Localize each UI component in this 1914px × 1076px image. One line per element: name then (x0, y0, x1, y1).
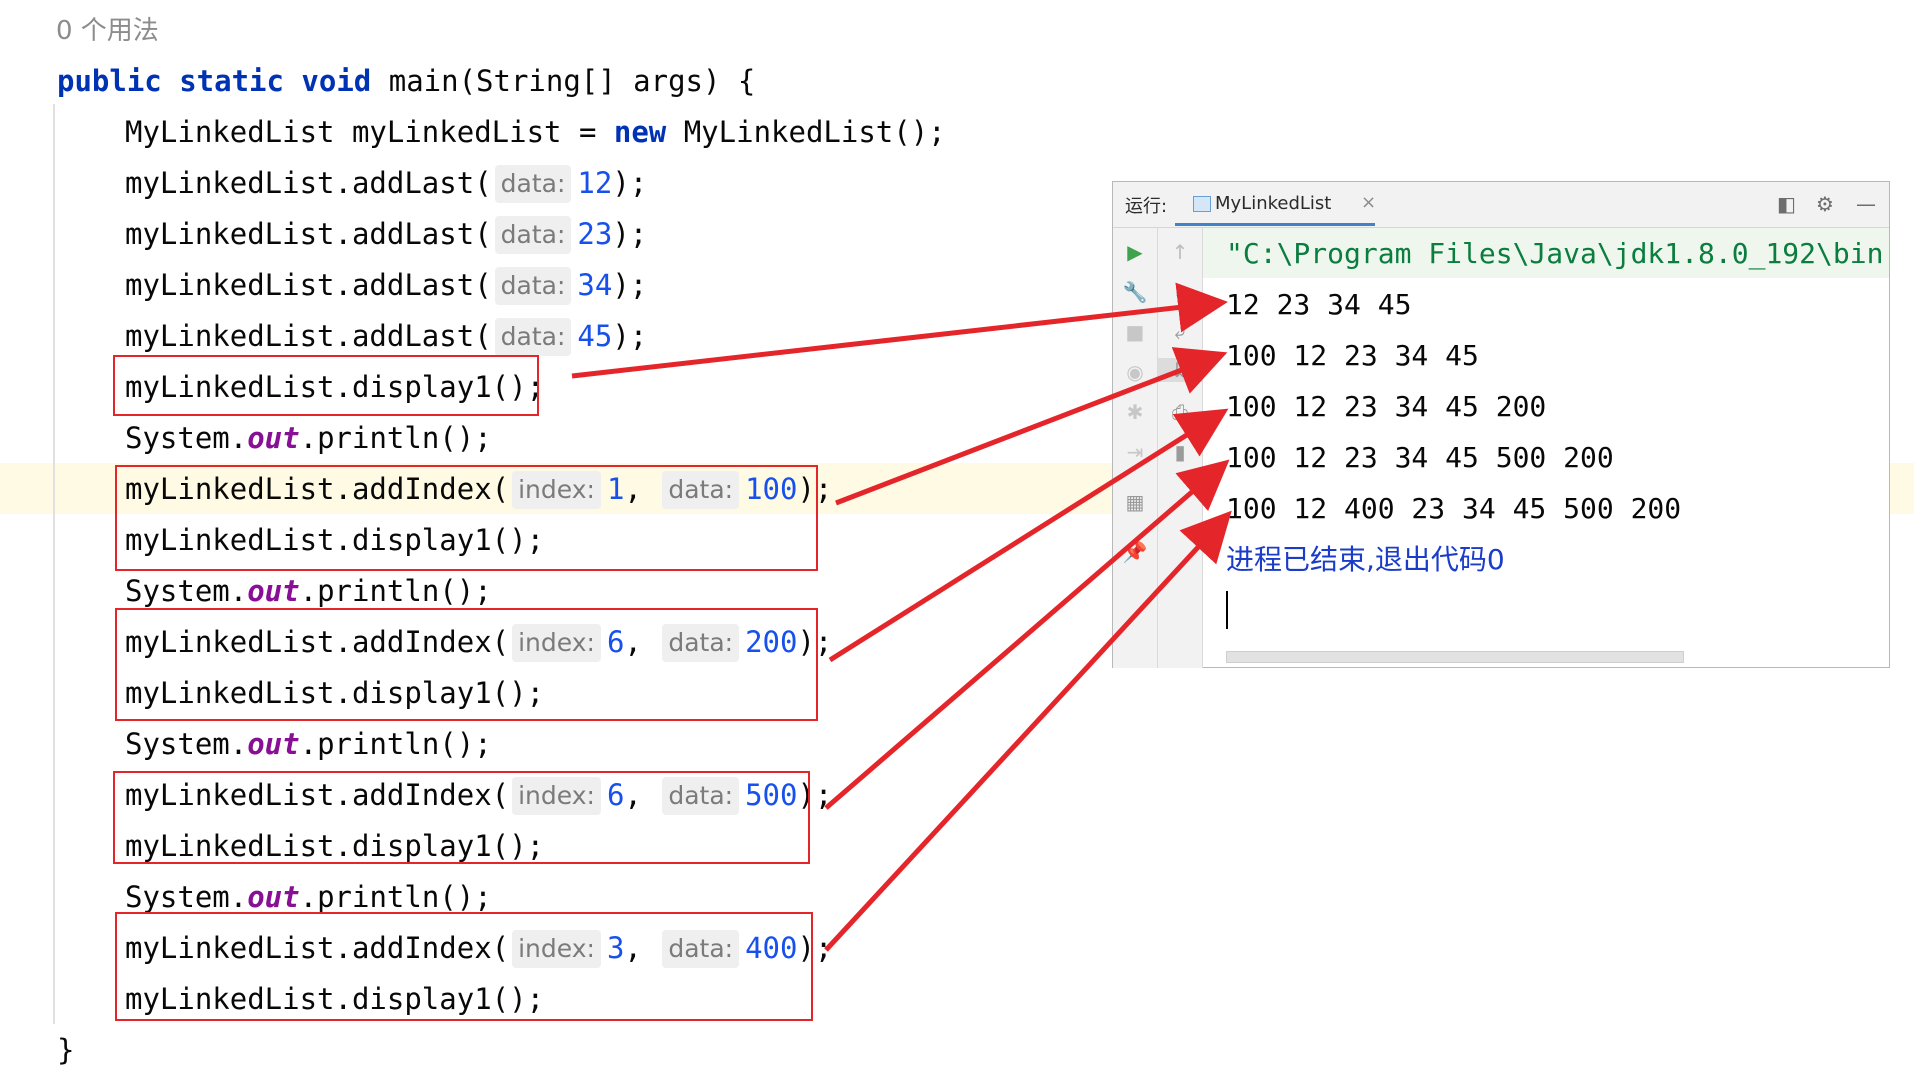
arrow-2 (835, 347, 1228, 506)
arrow-4 (824, 459, 1230, 810)
arrow-5 (824, 510, 1232, 952)
arrow-1 (571, 282, 1228, 379)
arrow-3 (828, 408, 1229, 663)
annotation-arrows (571, 282, 1232, 952)
